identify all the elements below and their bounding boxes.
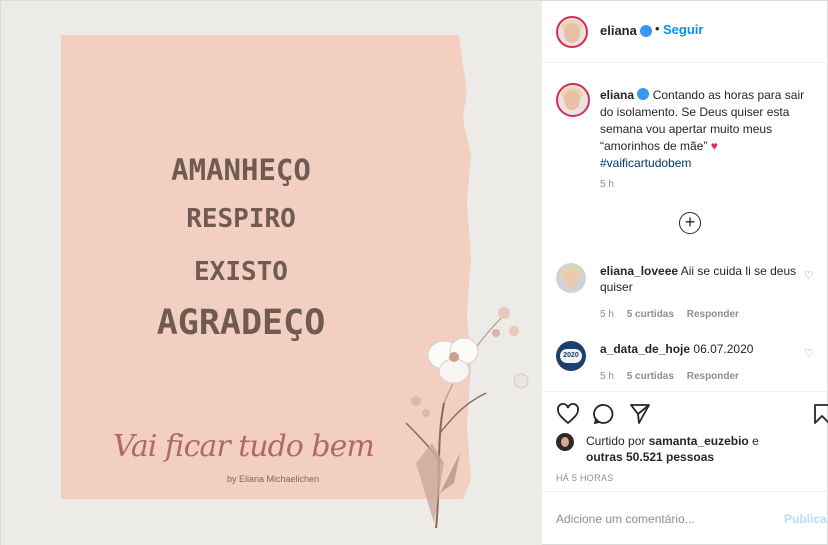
word-respiro: RESPIRO: [186, 204, 296, 234]
comment-meta: 5 h 5 curtidas Responder: [600, 371, 749, 382]
caption: eliana Contando as horas para sair do is…: [600, 87, 818, 172]
follow-button[interactable]: Seguir: [663, 22, 703, 37]
caption-time[interactable]: 5 h: [600, 179, 614, 190]
comment-input[interactable]: [556, 512, 776, 526]
separator-dot: •: [655, 21, 660, 36]
caption-username[interactable]: eliana: [600, 88, 634, 102]
comment-time[interactable]: 5 h: [600, 371, 614, 382]
comment-meta: 5 h 5 curtidas Responder: [600, 309, 749, 320]
caption-avatar[interactable]: [556, 83, 590, 117]
word-agradeco: AGRADEÇO: [156, 303, 326, 343]
verified-icon: [637, 88, 650, 100]
action-bar: [542, 391, 828, 431]
plus-circle-icon[interactable]: +: [679, 212, 701, 234]
share-icon[interactable]: [628, 402, 652, 426]
byline: by Eliana Michaelichen: [227, 474, 320, 484]
reply-button[interactable]: Responder: [687, 309, 739, 320]
flower-illustration: [405, 307, 529, 529]
word-existo: EXISTO: [194, 257, 288, 287]
heart-icon[interactable]: ♡: [804, 269, 814, 282]
publish-button[interactable]: Publicar: [784, 512, 828, 526]
save-icon[interactable]: [810, 402, 828, 426]
posted-time[interactable]: HÁ 5 HORAS: [556, 473, 614, 483]
comment-likes[interactable]: 5 curtidas: [627, 371, 674, 382]
comment-likes[interactable]: 5 curtidas: [627, 309, 674, 320]
verified-icon: [640, 25, 652, 37]
avatar-badge: 2020: [560, 349, 582, 363]
heart-emoji-icon: ♥: [710, 139, 718, 153]
post-modal: AMANHEÇO RESPIRO EXISTO AGRADEÇO Vai fic…: [0, 0, 828, 545]
commenter-username[interactable]: a_data_de_hoje: [600, 342, 690, 356]
heart-icon[interactable]: [556, 402, 580, 426]
comment-text: 06.07.2020: [693, 342, 754, 356]
add-comment-bar: Publicar: [542, 491, 828, 545]
comment-icon[interactable]: [592, 402, 616, 426]
post-header: eliana • Seguir: [542, 1, 828, 63]
comment-body: eliana_loveee Aii se cuida li se deus qu…: [600, 263, 800, 295]
heart-icon[interactable]: ♡: [804, 347, 814, 360]
comment-time[interactable]: 5 h: [600, 309, 614, 320]
liker-username[interactable]: samanta_euzebio: [649, 434, 749, 448]
liked-middle: e: [752, 434, 759, 448]
author-username[interactable]: eliana: [600, 23, 637, 38]
reply-button[interactable]: Responder: [687, 371, 739, 382]
liked-prefix: Curtido por: [586, 434, 646, 448]
commenter-avatar[interactable]: 2020: [556, 341, 586, 371]
others-count[interactable]: outras 50.521 pessoas: [586, 450, 714, 464]
hashtag-link[interactable]: #vaificartudobem: [600, 156, 691, 170]
commenter-username[interactable]: eliana_loveee: [600, 264, 678, 278]
commenter-avatar[interactable]: [556, 263, 586, 293]
script-text: Vai ficar tudo bem: [113, 429, 375, 464]
post-image[interactable]: AMANHEÇO RESPIRO EXISTO AGRADEÇO Vai fic…: [1, 1, 541, 545]
word-amanheco: AMANHEÇO: [171, 153, 311, 187]
side-panel: eliana • Seguir eliana Contando as horas…: [541, 1, 828, 545]
liker-avatar[interactable]: [556, 433, 574, 451]
author-avatar[interactable]: [556, 16, 588, 48]
liked-by-text: Curtido por samanta_euzebio e outras 50.…: [586, 433, 786, 465]
comment-body: a_data_de_hoje 06.07.2020: [600, 341, 800, 357]
